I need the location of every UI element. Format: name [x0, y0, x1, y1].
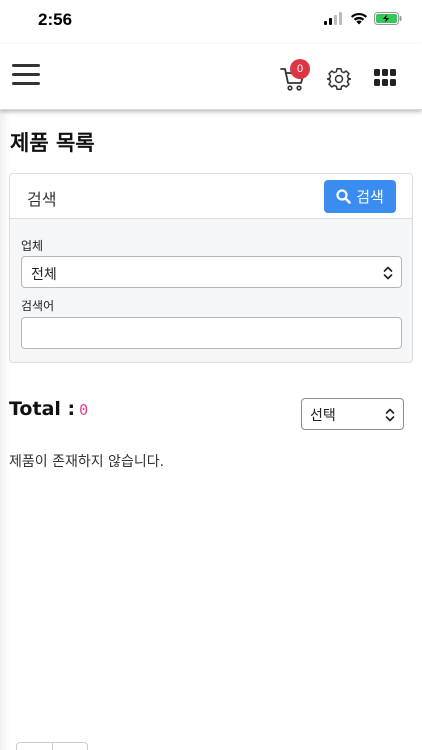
- sort-select-value: 선택: [310, 408, 336, 424]
- search-icon: [336, 189, 351, 204]
- search-panel: 검색 검색 업체 전체 검색어: [9, 173, 413, 363]
- menu-icon[interactable]: [12, 64, 40, 90]
- status-icons: [324, 12, 402, 25]
- keyword-input[interactable]: [21, 317, 402, 349]
- apps-grid-icon[interactable]: [374, 69, 396, 87]
- vendor-label: 업체: [21, 239, 44, 253]
- total-count: 0: [79, 401, 89, 419]
- sort-select[interactable]: 선택: [301, 398, 404, 430]
- total-row: Total : 0: [9, 398, 88, 420]
- empty-message: 제품이 존재하지 않습니다.: [9, 454, 165, 470]
- select-arrows-icon: [383, 266, 393, 280]
- search-panel-title: 검색: [27, 190, 57, 209]
- top-navbar: 0: [0, 44, 422, 110]
- select-arrows-icon: [385, 408, 395, 422]
- page-title: 제품 목록: [10, 131, 95, 155]
- pagination[interactable]: [16, 742, 88, 750]
- wifi-icon: [351, 12, 367, 25]
- pagination-divider: [52, 743, 53, 750]
- battery-icon: [374, 12, 402, 25]
- status-bar: 2:56: [0, 0, 422, 44]
- vendor-select-value: 전체: [31, 267, 57, 283]
- status-time: 2:56: [38, 10, 73, 29]
- gear-icon[interactable]: [327, 67, 351, 91]
- total-label: Total :: [9, 398, 76, 420]
- search-button-label: 검색: [356, 188, 384, 206]
- vendor-select[interactable]: 전체: [21, 256, 402, 288]
- signal-icon: [324, 12, 342, 25]
- keyword-label: 검색어: [21, 299, 55, 313]
- search-button[interactable]: 검색: [324, 180, 396, 213]
- cart-count-badge: 0: [290, 59, 310, 79]
- search-panel-header: 검색 검색: [10, 174, 412, 219]
